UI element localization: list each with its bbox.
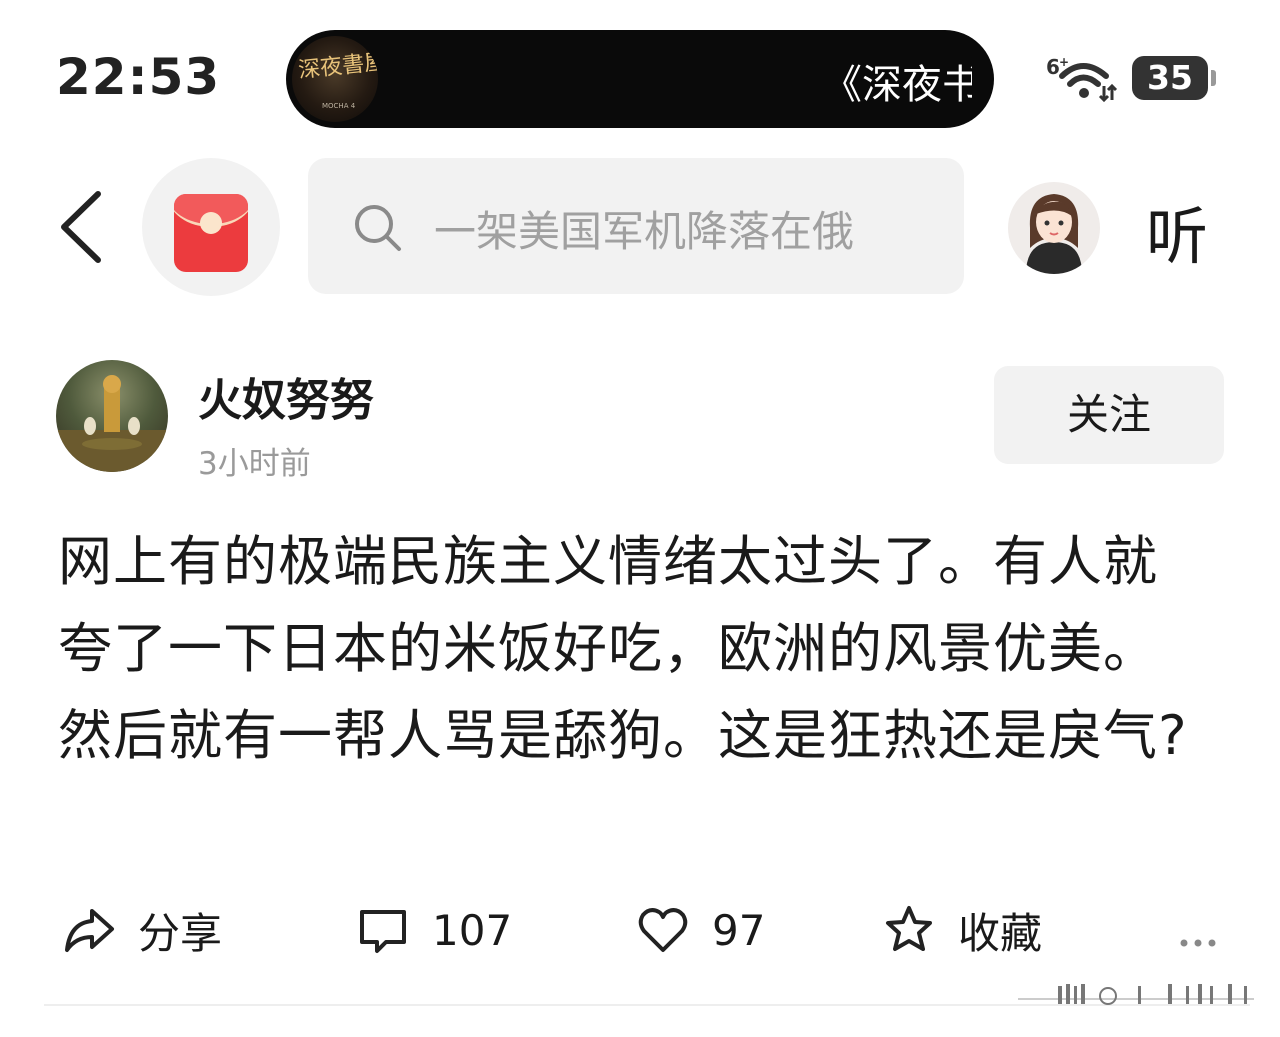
share-icon — [65, 909, 114, 952]
now-playing-island[interactable]: 深夜書屋 MOCHA 4 《深夜书 — [286, 30, 994, 128]
heart-icon — [638, 908, 688, 952]
comment-count: 107 — [432, 905, 513, 955]
like-count: 97 — [712, 905, 766, 955]
back-arrow-icon[interactable] — [56, 190, 106, 264]
share-label: 分享 — [138, 908, 223, 958]
comment-icon — [360, 910, 406, 953]
search-icon — [355, 205, 401, 251]
search-placeholder: 一架美国军机降落在俄 — [434, 207, 855, 256]
post-action-bar: 分享 107 97 收藏 — [0, 890, 1280, 970]
favorite-label: 收藏 — [958, 908, 1043, 958]
assistant-avatar-icon[interactable] — [1008, 182, 1100, 274]
author-avatar-photo — [56, 375, 168, 472]
status-time: 22:53 — [56, 48, 221, 106]
svg-text:+: + — [1059, 55, 1069, 69]
red-packet-button[interactable] — [142, 158, 280, 296]
like-button[interactable]: 97 — [636, 890, 765, 970]
post-timestamp: 3小时前 — [198, 446, 311, 482]
assistant-avatar-illustration — [1026, 194, 1082, 274]
red-packet-icon — [174, 194, 248, 272]
network-type: 6 — [1046, 55, 1060, 79]
author-avatar[interactable] — [56, 360, 168, 472]
watermark-barcode-icon — [1018, 984, 1254, 1005]
listen-button[interactable]: 听 — [1146, 186, 1208, 276]
more-dots-icon — [1180, 939, 1216, 947]
battery-indicator: 35 — [1132, 56, 1216, 100]
search-bar[interactable]: 一架美国军机降落在俄 — [308, 158, 964, 294]
now-playing-title: 《深夜书 — [822, 62, 972, 108]
wifi-signal-icon: 6 + — [1046, 55, 1118, 103]
author-name[interactable]: 火奴努努 — [198, 364, 374, 428]
more-button[interactable] — [1174, 890, 1228, 970]
follow-button[interactable]: 关注 — [994, 366, 1224, 464]
favorite-button[interactable]: 收藏 — [882, 890, 1042, 970]
album-title: 深夜書屋 — [297, 49, 378, 84]
post-text: 网上有的极端民族主义情绪太过头了。有人就夸了一下日本的米饭好吃，欧洲的风景优美。… — [58, 530, 1188, 767]
album-subtitle: MOCHA 4 — [322, 102, 356, 110]
share-button[interactable]: 分享 — [62, 890, 222, 970]
album-art: 深夜書屋 MOCHA 4 — [292, 36, 378, 122]
star-icon — [886, 906, 932, 951]
comment-button[interactable]: 107 — [356, 890, 512, 970]
